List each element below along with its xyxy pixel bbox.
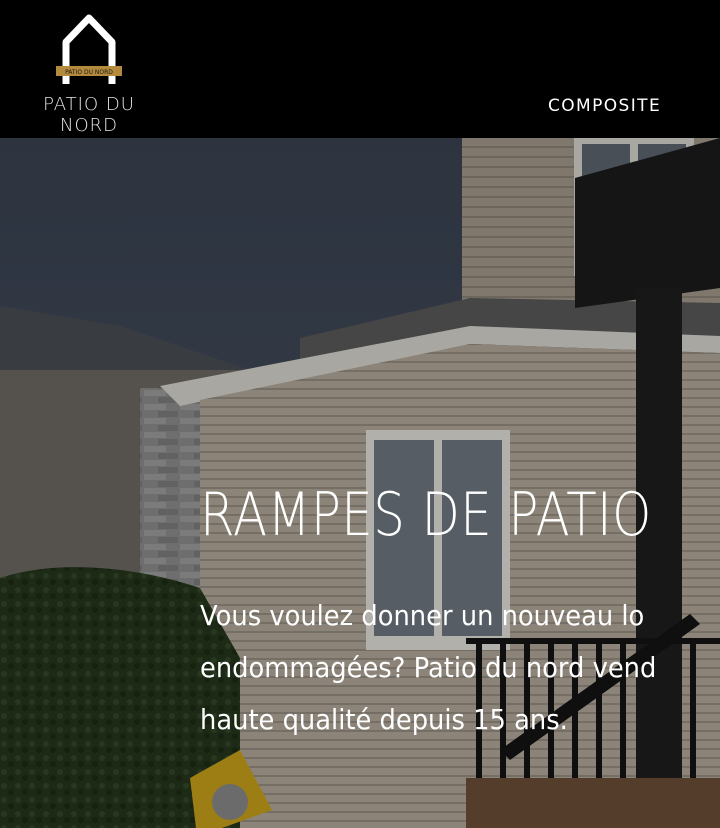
logo-tagline: PATIO DU NORD (65, 69, 113, 76)
logo-link[interactable]: PATIO DU NORD PATIO DU NORD (14, 12, 164, 136)
hero-description: Vous voulez donner un nouveau lo endomma… (200, 599, 657, 736)
site-header: PATIO DU NORD PATIO DU NORD COMPOSITE (0, 0, 720, 138)
nav-link-composite[interactable]: COMPOSITE (548, 96, 661, 116)
brand-name: PATIO DU NORD (43, 94, 135, 136)
hero-section: RAMPES DE PATIO Vous voulez donner un no… (0, 138, 720, 828)
main-nav: COMPOSITE (548, 96, 661, 116)
house-logo-icon: PATIO DU NORD (56, 14, 122, 84)
hero-title: RAMPES DE PATIO (200, 480, 652, 550)
